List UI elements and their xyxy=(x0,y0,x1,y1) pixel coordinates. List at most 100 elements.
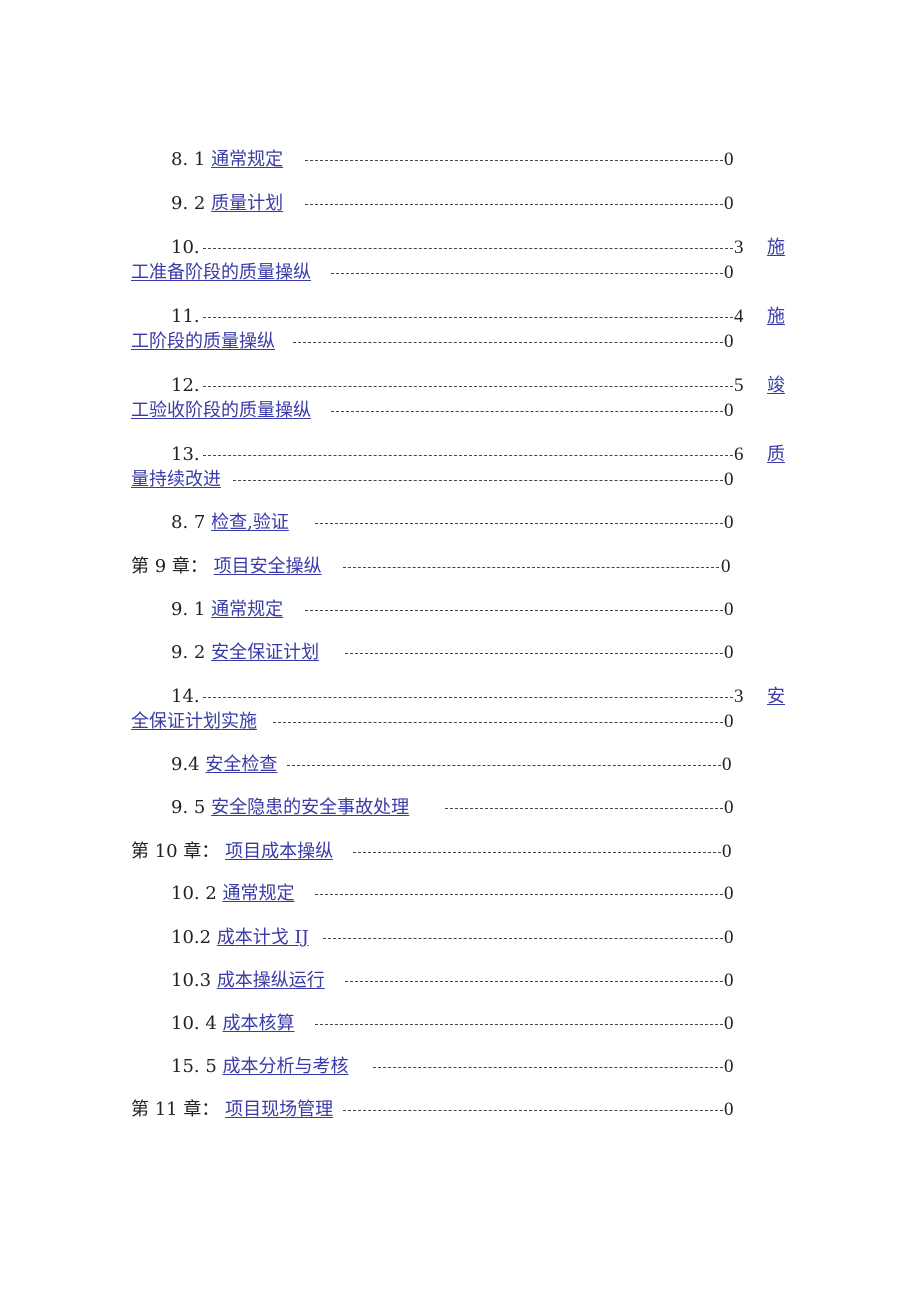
section-number: 8. 1 xyxy=(171,149,206,170)
toc-entry: 8. 7 检查,验证 0 xyxy=(171,511,751,535)
toc-entry-continuation: 工验收阶段的质量操纵 0 xyxy=(131,399,751,423)
section-number: 9.4 xyxy=(171,754,200,775)
toc-entry: 9.4 安全检查 0 xyxy=(171,753,751,777)
section-number: 12. xyxy=(171,375,200,396)
toc-link[interactable]: 质 xyxy=(767,443,785,467)
toc-entry-continuation: 全保证计划实施 0 xyxy=(131,710,751,734)
toc-link[interactable]: 检查,验证 xyxy=(211,512,289,533)
toc-entry: 12. 5 竣 xyxy=(171,374,791,398)
toc-link[interactable]: 竣 xyxy=(767,374,785,398)
toc-link[interactable]: 成本计戈 IJ xyxy=(217,927,309,948)
section-number: 9. 2 xyxy=(171,642,206,663)
chapter-number: 第 10 章： xyxy=(131,841,220,862)
dot-leader xyxy=(293,342,723,343)
dot-leader xyxy=(343,567,719,568)
dot-leader xyxy=(305,610,723,611)
toc-link[interactable]: 全保证计划实施 xyxy=(131,711,257,732)
dot-leader xyxy=(203,248,733,249)
dot-leader xyxy=(315,894,723,895)
section-number: 9. 5 xyxy=(171,797,206,818)
toc-link[interactable]: 工验收阶段的质量操纵 xyxy=(131,400,311,421)
dot-leader xyxy=(315,1024,723,1025)
page-number: 0 xyxy=(724,797,734,818)
toc-entry-continuation: 工准备阶段的质量操纵 0 xyxy=(131,261,751,285)
toc-link[interactable]: 项目成本操纵 xyxy=(225,841,333,862)
dot-leader xyxy=(305,160,723,161)
page-number: 0 xyxy=(724,1013,734,1034)
toc-entry: 10. 3 施 xyxy=(171,236,791,260)
toc-link[interactable]: 项目现场管理 xyxy=(225,1099,333,1120)
toc-entry: 10.3 成本操纵运行 0 xyxy=(171,969,751,993)
page-number: 0 xyxy=(724,970,734,991)
toc-entry: 13. 6 质 xyxy=(171,443,791,467)
page-number: 0 xyxy=(724,512,734,533)
toc-chapter: 第 11 章： 项目现场管理 0 xyxy=(131,1098,751,1122)
toc-link[interactable]: 安全检查 xyxy=(205,754,277,775)
toc-entry-continuation: 量持续改进 0 xyxy=(131,468,751,492)
section-number: 15. 5 xyxy=(171,1056,217,1077)
page-number: 0 xyxy=(724,400,734,421)
page-number: 5 xyxy=(734,375,744,396)
toc-link[interactable]: 施 xyxy=(767,236,785,260)
toc-link[interactable]: 通常规定 xyxy=(211,599,283,620)
toc-link[interactable]: 工阶段的质量操纵 xyxy=(131,331,275,352)
dot-leader xyxy=(353,852,721,853)
section-number: 9. 1 xyxy=(171,599,206,620)
toc-entry: 9. 2 安全保证计划 0 xyxy=(171,641,751,665)
toc-link[interactable]: 安 xyxy=(767,685,785,709)
toc-link[interactable]: 成本分析与考核 xyxy=(223,1056,349,1077)
toc-entry: 9. 5 安全隐患的安全事故处理 0 xyxy=(171,796,751,820)
toc-entry: 14. 3 安 xyxy=(171,685,791,709)
page-number: 3 xyxy=(734,237,744,258)
chapter-number: 第 9 章： xyxy=(131,556,208,577)
dot-leader xyxy=(331,273,723,274)
section-number: 9. 2 xyxy=(171,193,206,214)
page-number: 0 xyxy=(724,711,734,732)
toc-link[interactable]: 成本核算 xyxy=(223,1013,295,1034)
dot-leader xyxy=(203,317,733,318)
toc-link[interactable]: 通常规定 xyxy=(223,883,295,904)
dot-leader xyxy=(273,722,723,723)
page-number: 0 xyxy=(724,642,734,663)
dot-leader xyxy=(203,455,733,456)
toc-link[interactable]: 项目安全操纵 xyxy=(214,556,322,577)
toc-chapter: 第 9 章： 项目安全操纵 0 xyxy=(131,555,751,579)
toc-entry: 9. 2 质量计划 0 xyxy=(171,192,751,216)
toc-entry: 15. 5 成本分析与考核 0 xyxy=(171,1055,751,1079)
toc-entry: 11. 4 施 xyxy=(171,305,791,329)
dot-leader xyxy=(203,697,733,698)
toc-link[interactable]: 量持续改进 xyxy=(131,469,221,490)
page-number: 0 xyxy=(722,841,732,862)
toc-link[interactable]: 安全保证计划 xyxy=(211,642,319,663)
toc-link[interactable]: 通常规定 xyxy=(211,149,283,170)
section-number: 10.3 xyxy=(171,970,212,991)
page-number: 4 xyxy=(734,306,744,327)
page-number: 0 xyxy=(724,331,734,352)
toc-entry-continuation: 工阶段的质量操纵 0 xyxy=(131,330,751,354)
toc-link[interactable]: 安全隐患的安全事故处理 xyxy=(211,797,409,818)
page-number: 0 xyxy=(724,193,734,214)
dot-leader xyxy=(203,386,733,387)
toc-link[interactable]: 工准备阶段的质量操纵 xyxy=(131,262,311,283)
section-number: 8. 7 xyxy=(171,512,206,533)
toc-entry: 10.2 成本计戈 IJ 0 xyxy=(171,926,751,950)
page-number: 0 xyxy=(724,599,734,620)
toc-entry: 10. 2 通常规定 0 xyxy=(171,882,751,906)
page-number: 6 xyxy=(734,444,744,465)
page-number: 0 xyxy=(724,883,734,904)
dot-leader xyxy=(343,1110,723,1111)
dot-leader xyxy=(345,981,723,982)
section-number: 10.2 xyxy=(171,927,212,948)
dot-leader xyxy=(445,808,723,809)
toc-entry: 10. 4 成本核算 0 xyxy=(171,1012,751,1036)
toc-link[interactable]: 施 xyxy=(767,305,785,329)
toc-chapter: 第 10 章： 项目成本操纵 0 xyxy=(131,840,751,864)
dot-leader xyxy=(233,480,723,481)
page-number: 0 xyxy=(721,556,731,577)
page-number: 0 xyxy=(724,469,734,490)
section-number: 14. xyxy=(171,686,200,707)
toc-link[interactable]: 质量计划 xyxy=(211,193,283,214)
toc-entry: 9. 1 通常规定 0 xyxy=(171,598,751,622)
section-number: 10. 4 xyxy=(171,1013,217,1034)
toc-link[interactable]: 成本操纵运行 xyxy=(217,970,325,991)
